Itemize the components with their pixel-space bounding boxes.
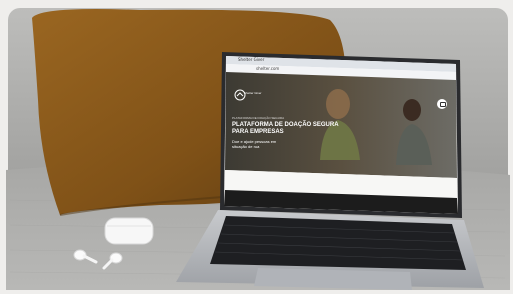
browser-tab-title[interactable]: Shelter Giver [238, 57, 264, 62]
hero-eyebrow: PLATAFORMA DE DOAÇÃO SEGURA [232, 116, 285, 120]
site-logo-text: Shelter Giver [244, 91, 262, 95]
chat-button[interactable] [437, 99, 447, 109]
hero-subtext-2: situação de rua [232, 144, 260, 149]
hero-headline-2: PARA EMPRESAS [232, 129, 284, 135]
earbuds-case [104, 217, 154, 245]
chat-icon [440, 102, 446, 107]
keyboard [210, 216, 466, 270]
photo-scene: Shelter Giver shelter.com Shelter Giver … [0, 0, 513, 294]
shelter-logo-icon [234, 89, 246, 101]
browser-url[interactable]: shelter.com [256, 66, 279, 71]
site-logo[interactable] [234, 86, 258, 104]
hero-headline-1: PLATAFORMA DE DOAÇÃO SEGURA [232, 122, 339, 128]
